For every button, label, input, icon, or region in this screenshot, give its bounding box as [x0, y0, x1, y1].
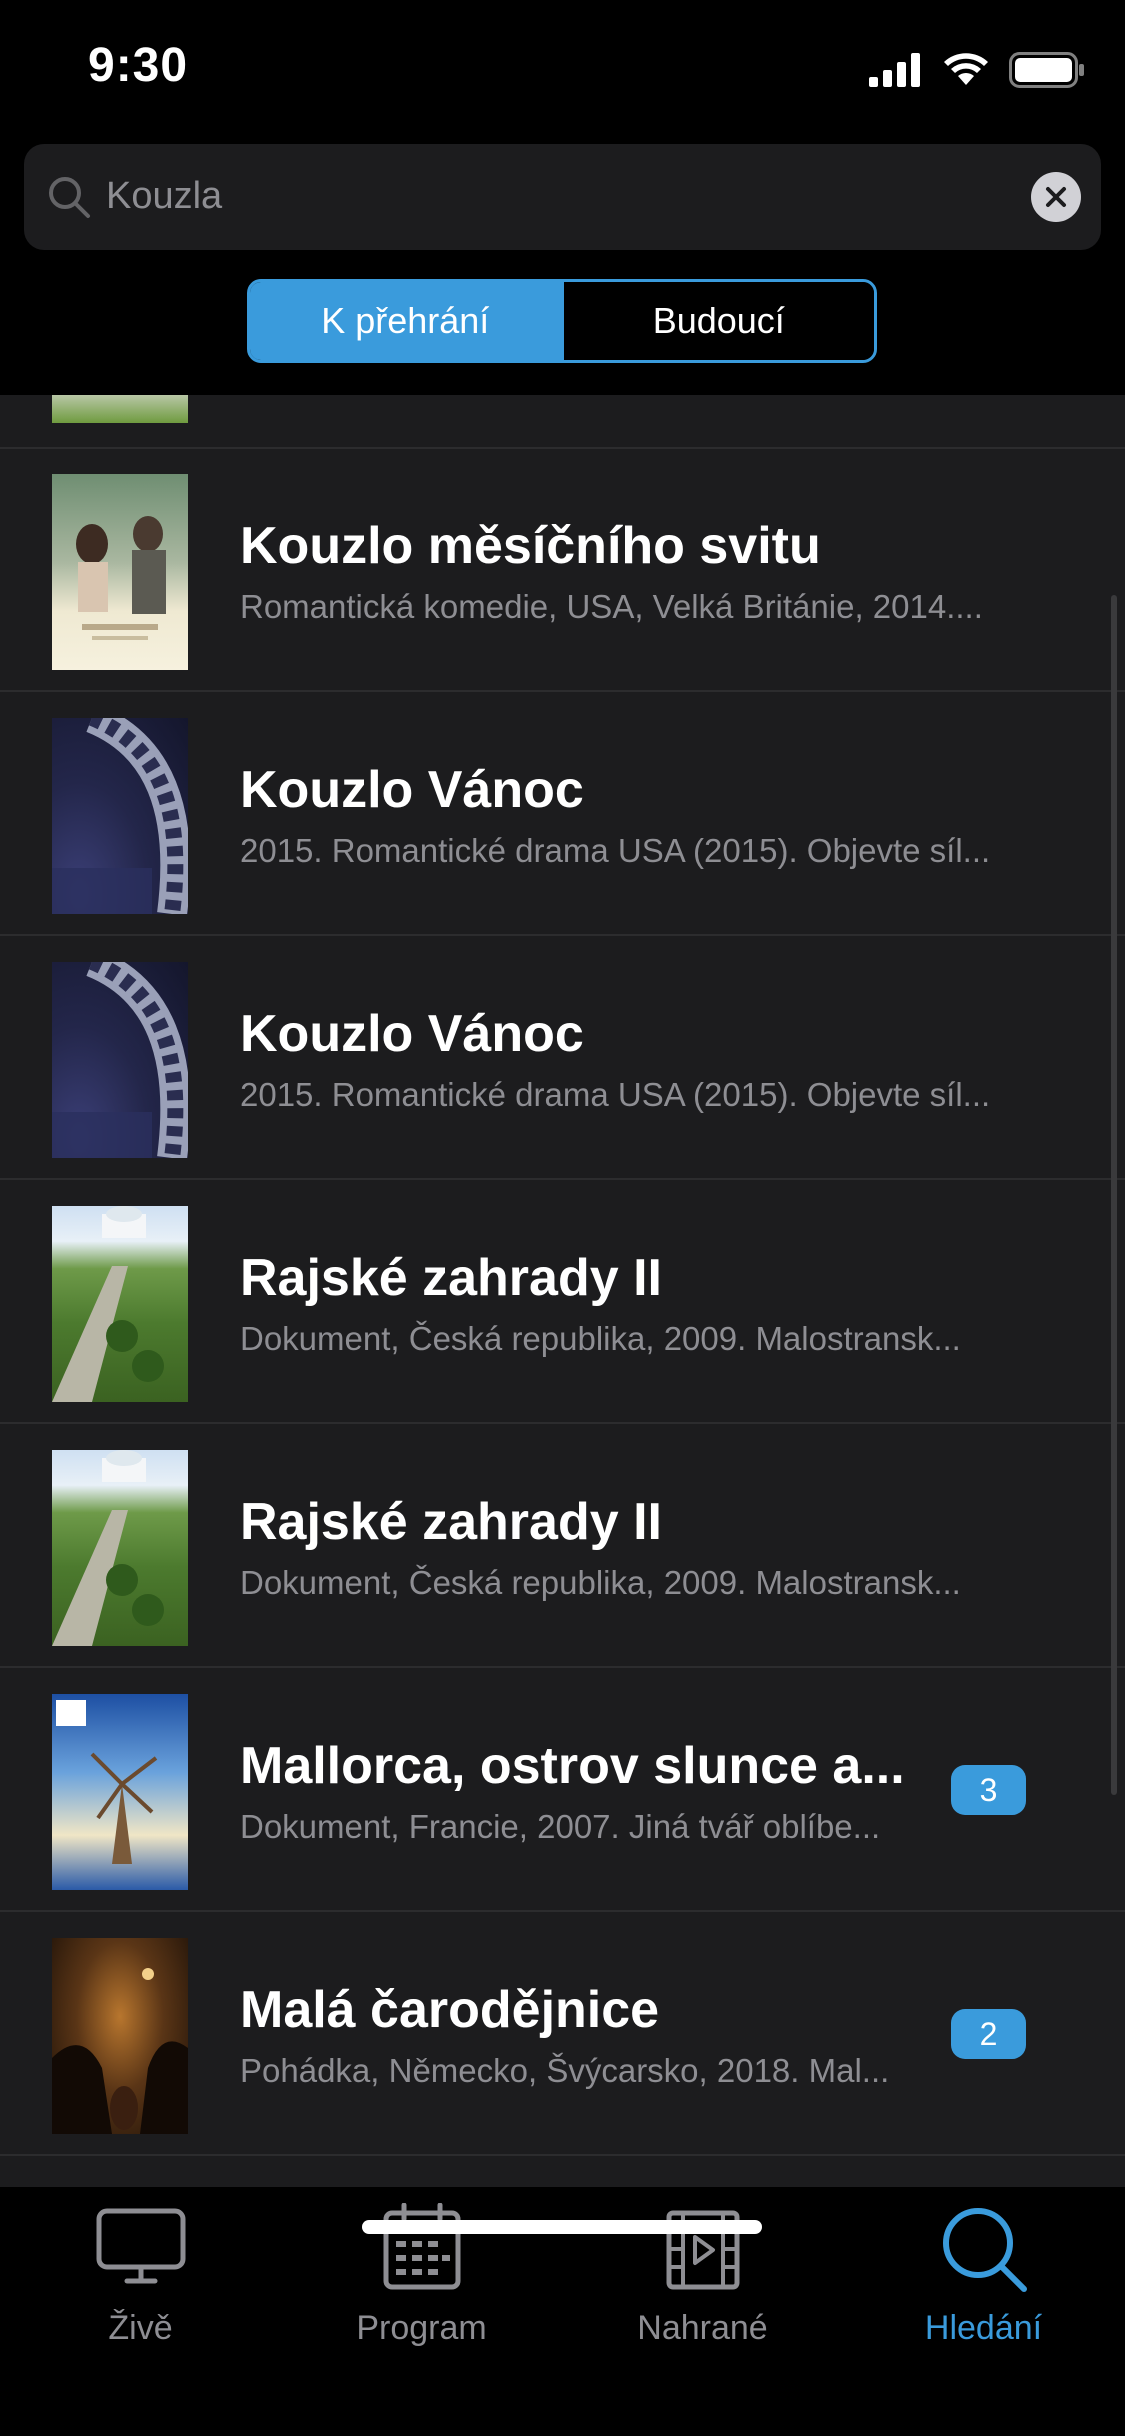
status-time: 9:30	[88, 39, 189, 92]
status-icons	[869, 48, 1085, 92]
item-title: Kouzlo Vánoc	[240, 1005, 584, 1063]
episode-count-badge: 2	[951, 2009, 1026, 2059]
item-title: Mallorca, ostrov slunce a...	[240, 1737, 905, 1795]
status-bar: 9:30	[0, 0, 1125, 135]
thumbnail	[52, 395, 188, 423]
list-item-partial[interactable]	[0, 395, 1125, 449]
item-description: 2015. Romantické drama USA (2015). Objev…	[240, 832, 991, 869]
item-title: Kouzlo Vánoc	[240, 761, 584, 819]
item-title: Malá čarodějnice	[240, 1981, 660, 2039]
item-description: Dokument, Česká republika, 2009. Malostr…	[240, 1564, 961, 1601]
calendar-icon	[383, 2203, 460, 2290]
list-item[interactable]: Kouzlo Vánoc 2015. Romantické drama USA …	[0, 692, 1125, 936]
item-description: 2015. Romantické drama USA (2015). Objev…	[240, 1076, 991, 1113]
poster-thumbnail	[52, 1694, 188, 1890]
battery-icon	[1009, 52, 1084, 88]
poster-thumbnail	[52, 1450, 188, 1646]
list-item[interactable]: Malá čarodějnice Pohádka, Německo, Švýca…	[0, 1912, 1125, 2156]
item-description: Pohádka, Německo, Švýcarsko, 2018. Mal..…	[240, 2052, 890, 2089]
item-title: Rajské zahrady II	[240, 1249, 662, 1307]
wifi-icon	[944, 53, 988, 85]
search-input[interactable]: Kouzla	[106, 172, 222, 220]
home-indicator[interactable]	[362, 2220, 762, 2234]
tab-label: Hledání	[924, 2309, 1043, 2347]
segment-k-prehrani[interactable]: K přehrání	[250, 282, 561, 360]
search-icon	[49, 177, 90, 218]
film-play-icon	[666, 2210, 739, 2290]
list-item[interactable]: Kouzlo měsíčního svitu Romantická komedi…	[0, 448, 1125, 692]
item-description: Dokument, Česká republika, 2009. Malostr…	[240, 1320, 961, 1357]
poster-thumbnail	[52, 1206, 188, 1402]
item-description: Dokument, Francie, 2007. Jiná tvář oblíb…	[240, 1808, 881, 1845]
segment-budouci[interactable]: Budoucí	[560, 282, 874, 360]
tv-icon	[96, 2208, 185, 2284]
result-filter-segmented-control: K přehrání Budoucí	[247, 279, 877, 363]
placeholder-film-thumbnail	[52, 718, 188, 914]
tab-label: Živě	[108, 2309, 173, 2347]
poster-thumbnail	[52, 474, 188, 670]
tab-label: Nahrané	[637, 2309, 768, 2347]
close-icon	[1046, 187, 1066, 207]
search-icon	[942, 2208, 1027, 2292]
clear-search-button[interactable]	[1031, 172, 1081, 222]
item-description: Romantická komedie, USA, Velká Británie,…	[240, 588, 983, 625]
list-item[interactable]: Rajské zahrady II Dokument, Česká republ…	[0, 1424, 1125, 1668]
placeholder-film-thumbnail	[52, 962, 188, 1158]
item-title: Rajské zahrady II	[240, 1493, 662, 1551]
list-item[interactable]: Kouzlo Vánoc 2015. Romantické drama USA …	[0, 936, 1125, 1180]
poster-thumbnail	[52, 1938, 188, 2134]
search-results-list: Kouzlo měsíčního svitu Romantická komedi…	[0, 395, 1125, 2187]
tab-zive[interactable]: Živě	[0, 2203, 281, 2383]
tab-label: Program	[356, 2309, 487, 2347]
list-item[interactable]: Mallorca, ostrov slunce a... Dokument, F…	[0, 1668, 1125, 1912]
episode-count-badge: 3	[951, 1765, 1026, 1815]
scrollbar[interactable]	[1111, 595, 1117, 1795]
list-item[interactable]: Rajské zahrady II Dokument, Česká republ…	[0, 1180, 1125, 1424]
item-title: Kouzlo měsíčního svitu	[240, 517, 821, 575]
cellular-signal-icon	[869, 53, 920, 87]
search-field[interactable]: Kouzla	[24, 144, 1101, 250]
tab-hledani[interactable]: Hledání	[843, 2203, 1124, 2383]
